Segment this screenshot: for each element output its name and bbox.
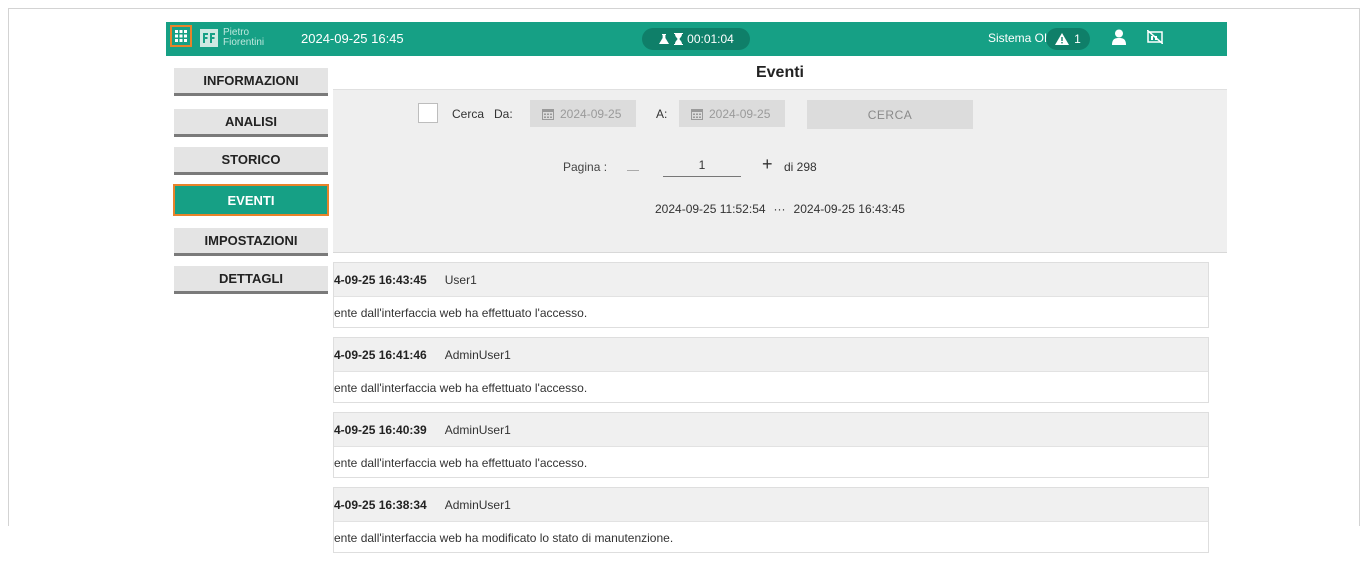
event-header: 4-09-25 16:38:34 AdminUser1 <box>334 488 1208 522</box>
search-button[interactable]: CERCA <box>807 100 973 129</box>
sidebar-item-informazioni[interactable]: INFORMAZIONI <box>174 68 328 96</box>
warning-icon <box>1055 33 1070 45</box>
range-start: 2024-09-25 11:52:54 <box>655 202 766 216</box>
apps-grid-icon[interactable] <box>170 25 192 47</box>
event-time: 4-09-25 16:40:39 <box>334 422 427 437</box>
event-list: 4-09-25 16:43:45 User1 ente dall'interfa… <box>333 262 1211 562</box>
filter-panel: Cerca Da: 2024-09-25 A: 2024-09-25 CERCA… <box>333 90 1227 253</box>
event-message: ente dall'interfaccia web ha effettuato … <box>334 305 588 320</box>
brand-mark-icon <box>200 29 218 47</box>
event-message: ente dall'interfaccia web ha modificato … <box>334 530 674 545</box>
event-user: AdminUser1 <box>444 497 511 512</box>
brand-line2: Fiorentini <box>223 37 265 48</box>
from-date-field[interactable]: 2024-09-25 <box>530 100 636 127</box>
current-datetime: 2024-09-25 16:45 <box>301 31 404 46</box>
event-time: 4-09-25 16:43:45 <box>334 272 427 287</box>
event-time: 4-09-25 16:41:46 <box>334 347 427 362</box>
hourglass-icon <box>674 33 684 45</box>
from-label: Da: <box>494 107 513 121</box>
page-number-input[interactable]: 1 <box>663 154 741 177</box>
event-item[interactable]: 4-09-25 16:40:39 AdminUser1 ente dall'in… <box>333 412 1209 478</box>
sidebar: INFORMAZIONI ANALISI STORICO EVENTI IMPO… <box>166 56 333 526</box>
event-item[interactable]: 4-09-25 16:38:34 AdminUser1 ente dall'in… <box>333 487 1209 553</box>
sidebar-item-eventi[interactable]: EVENTI <box>173 184 329 216</box>
to-label: A: <box>656 107 668 121</box>
event-header: 4-09-25 16:41:46 AdminUser1 <box>334 338 1208 372</box>
event-message: ente dall'interfaccia web ha effettuato … <box>334 455 588 470</box>
from-date-value: 2024-09-25 <box>560 106 622 121</box>
range-end: 2024-09-25 16:43:45 <box>793 202 905 216</box>
system-status: Sistema OK <box>988 31 1053 45</box>
network-disconnected-icon[interactable] <box>1146 29 1164 49</box>
alarm-count: 1 <box>1074 32 1081 46</box>
brand-logo: Pietro Fiorentini <box>200 26 264 50</box>
sidebar-item-impostazioni[interactable]: IMPOSTAZIONI <box>174 228 328 256</box>
to-date-value: 2024-09-25 <box>709 106 771 121</box>
timer-value: 00:01:04 <box>687 32 734 46</box>
date-range: 2024-09-25 11:52:54 ··· 2024-09-25 16:43:4… <box>333 202 1227 216</box>
event-header: 4-09-25 16:43:45 User1 <box>334 263 1208 297</box>
top-bar: Pietro Fiorentini 2024-09-25 16:45 00:01… <box>166 22 1227 56</box>
brand-name: Pietro Fiorentini <box>223 28 264 48</box>
sidebar-item-dettagli[interactable]: DETTAGLI <box>174 266 328 294</box>
alarm-badge[interactable]: 1 <box>1046 28 1090 50</box>
event-user: AdminUser1 <box>444 422 511 437</box>
event-header: 4-09-25 16:40:39 AdminUser1 <box>334 413 1208 447</box>
event-item[interactable]: 4-09-25 16:43:45 User1 ente dall'interfa… <box>333 262 1209 328</box>
sidebar-item-analisi[interactable]: ANALISI <box>174 109 328 137</box>
session-timer: 00:01:04 <box>642 28 750 50</box>
search-checkbox[interactable] <box>418 103 438 123</box>
event-user: AdminUser1 <box>444 347 511 362</box>
page-label: Pagina : <box>563 160 608 174</box>
calendar-icon <box>542 108 554 120</box>
event-message: ente dall'interfaccia web ha effettuato … <box>334 380 588 395</box>
event-time: 4-09-25 16:38:34 <box>334 497 427 512</box>
page-title: Eventi <box>333 56 1227 90</box>
page-total: di 298 <box>784 160 817 174</box>
search-label: Cerca <box>452 107 485 121</box>
user-icon[interactable] <box>1112 29 1126 50</box>
sidebar-item-storico[interactable]: STORICO <box>174 147 328 175</box>
range-separator: ··· <box>773 202 786 216</box>
lab-flask-icon <box>659 34 670 44</box>
calendar-icon <box>691 108 703 120</box>
to-date-field[interactable]: 2024-09-25 <box>679 100 785 127</box>
page-decrement-button[interactable] <box>627 170 639 171</box>
event-item[interactable]: 4-09-25 16:41:46 AdminUser1 ente dall'in… <box>333 337 1209 403</box>
event-user: User1 <box>444 272 477 287</box>
main-content: Eventi Cerca Da: 2024-09-25 A: 2024-09-2… <box>333 56 1227 553</box>
page-increment-button[interactable]: + <box>762 154 773 175</box>
